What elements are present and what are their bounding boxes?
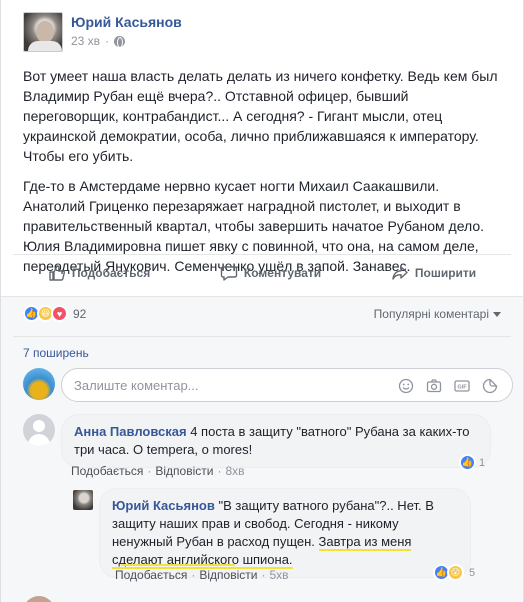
reaction-count: 92 [73,306,87,321]
globe-icon [114,35,126,48]
share-label: Поширити [414,266,477,280]
like-reaction-icon: 👍 [459,454,476,471]
comment-reactions[interactable]: 👍 1 [459,454,485,471]
chevron-down-icon [493,311,501,317]
commenter-avatar[interactable] [23,414,55,446]
highlight-underline [121,564,235,566]
reply-reply-link[interactable]: Відповісти [199,568,257,582]
reply-time[interactable]: 5хв [269,568,288,582]
comment-actions: Подобається · Відповісти · 8хв [71,464,245,478]
post-actions: Подобається Коментувати Поширити [13,256,511,290]
post-author[interactable]: Юрий Касьянов [71,14,182,30]
post-card: Юрий Касьянов 23 хв · Вот умеет наша вла… [0,0,524,602]
post-paragraph: Вот умеет наша власть делать делать из н… [23,68,498,164]
comment-reaction-count: 1 [479,456,486,469]
divider [13,254,511,255]
author-avatar[interactable] [23,12,63,52]
post-body: Вот умеет наша власть делать делать из н… [23,66,505,286]
comment-input[interactable]: Залиште коментар... GIF [61,368,513,402]
reply-like-link[interactable]: Подобається [115,568,187,582]
shares-link[interactable]: 7 поширень [23,346,89,360]
love-reaction-icon: ♥ [51,305,68,322]
comment-author[interactable]: Анна Павловская [74,424,187,439]
comment-composer: Залиште коментар... GIF [23,368,513,404]
divider [13,336,511,337]
like-label: Подобається [71,266,151,280]
comment-like-link[interactable]: Подобається [71,464,143,478]
camera-icon[interactable] [426,378,442,394]
comment-sort-dropdown[interactable]: Популярні коментарі [374,307,501,321]
reply-actions: Подобається · Відповісти · 5хв [115,568,289,582]
sticker-icon[interactable] [482,378,498,394]
wow-reaction-icon: 😮 [447,564,464,581]
svg-text:GIF: GIF [457,385,467,391]
reply-reaction-count: 5 [469,566,476,579]
post-time[interactable]: 23 хв [71,34,100,48]
reply-author[interactable]: Юрий Касьянов [112,498,215,513]
like-button[interactable]: Подобається [48,264,150,282]
sort-label: Популярні коментарі [373,307,489,321]
viewer-avatar [23,368,55,400]
comment-button[interactable]: Коментувати [220,264,321,282]
post-meta: 23 хв · [71,34,126,48]
reply-reactions[interactable]: 👍 😮 5 [433,564,475,581]
gif-icon[interactable]: GIF [454,378,470,394]
comment-item: Анна Павловская 4 поста в защиту "ватног… [23,414,513,484]
comment-icon [220,266,238,281]
comment-placeholder: Залиште коментар... [74,377,199,393]
share-button[interactable]: Поширити [391,264,476,282]
comment-label: Коментувати [243,266,322,280]
reply-item: Юрий Касьянов "В защиту ватного рубана"?… [73,488,513,590]
share-icon [392,266,408,280]
reactions-summary[interactable]: 👍 😆 ♥ 92 [23,305,86,322]
reply-author-avatar[interactable] [73,490,93,510]
comment-time[interactable]: 8хв [225,464,244,478]
thumbs-up-icon [49,265,65,281]
comment-reply-link[interactable]: Відповісти [155,464,213,478]
composer-tools: GIF [398,378,498,394]
comment-bubble: Анна Павловская 4 поста в защиту "ватног… [61,414,491,468]
emoji-icon[interactable] [398,378,414,394]
